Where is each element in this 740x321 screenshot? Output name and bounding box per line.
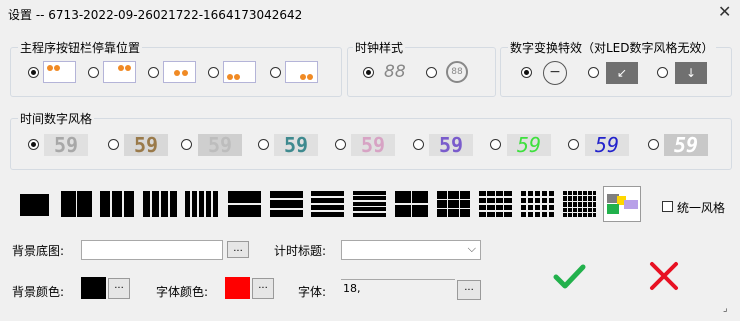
digit-effect-legend: 数字变换特效（对LED数字风格无效） (508, 39, 716, 56)
split-grid-dense-button[interactable] (563, 191, 596, 217)
effect-radio-none[interactable] (521, 67, 532, 78)
split-4-button[interactable] (143, 191, 177, 217)
digit-font-legend: 时间数字风格 (18, 110, 95, 127)
unify-checkbox[interactable] (662, 201, 673, 212)
position-thumb-1 (43, 61, 76, 83)
split-9-button[interactable] (353, 191, 386, 217)
clock-style-legend: 时钟样式 (353, 39, 406, 56)
split-grid-4x4-button[interactable] (479, 191, 512, 217)
close-icon[interactable]: ✕ (718, 2, 731, 21)
font-radio-4[interactable] (258, 139, 269, 150)
font-sample-1: 59 (44, 134, 88, 156)
slide-effect-icon: ↓ (675, 62, 707, 84)
font-radio-5[interactable] (335, 139, 346, 150)
split-1-button[interactable] (20, 194, 49, 216)
flip-effect-icon: ↙ (606, 62, 638, 84)
split-5-button[interactable] (185, 191, 218, 217)
bg-color-browse-button[interactable]: ... (108, 278, 130, 299)
font-color-label: 字体颜色: (156, 285, 209, 299)
position-thumb-3 (163, 61, 196, 83)
split-2-button[interactable] (61, 191, 92, 217)
font-color-swatch[interactable] (225, 277, 250, 299)
split-8-button[interactable] (311, 191, 344, 217)
unify-label: 统一风格 (677, 201, 726, 215)
position-thumb-4 (223, 61, 256, 83)
font-sample-3: 59 (198, 134, 242, 156)
font-sample-9: 59 (664, 134, 708, 156)
timer-title-label: 计时标题: (274, 244, 327, 258)
font-color-browse-button[interactable]: ... (252, 278, 274, 299)
font-radio-9[interactable] (648, 139, 659, 150)
clock-style-radio-round[interactable] (426, 67, 437, 78)
position-thumb-5 (285, 61, 318, 83)
font-sample-8: 59 (585, 134, 629, 156)
custom-split-button[interactable] (603, 186, 641, 222)
split-7-button[interactable] (270, 191, 303, 217)
ok-button[interactable] (551, 258, 587, 294)
font-label: 字体: (298, 285, 327, 299)
clock-style-radio-digital[interactable] (363, 67, 374, 78)
position-radio-5[interactable] (270, 67, 281, 78)
bg-image-field[interactable] (81, 240, 223, 260)
font-browse-button[interactable]: ... (457, 280, 481, 300)
font-sample-2: 59 (124, 134, 168, 156)
effect-radio-flip[interactable] (588, 67, 599, 78)
split-grid-3x3-button[interactable] (437, 191, 470, 217)
effect-radio-slide[interactable] (657, 67, 668, 78)
resize-grip-icon[interactable]: ⌟ (723, 303, 728, 314)
font-radio-8[interactable] (568, 139, 579, 150)
position-radio-1[interactable] (28, 67, 39, 78)
no-effect-icon: − (543, 61, 567, 85)
split-grid-2x2-button[interactable] (395, 191, 428, 217)
position-radio-3[interactable] (148, 67, 159, 78)
font-radio-1[interactable] (28, 139, 39, 150)
split-grid-5x4-button[interactable] (521, 191, 554, 217)
font-field[interactable]: 18, (341, 279, 455, 299)
position-radio-2[interactable] (88, 67, 99, 78)
font-radio-7[interactable] (490, 139, 501, 150)
timer-title-select[interactable]: ⌵ (341, 240, 481, 260)
font-sample-7: 59 (507, 134, 551, 156)
round-clock-icon: 88 (446, 61, 468, 83)
position-radio-4[interactable] (208, 67, 219, 78)
main-position-legend: 主程序按钮栏停靠位置 (18, 39, 143, 56)
font-radio-2[interactable] (108, 139, 119, 150)
checkmark-icon (553, 264, 586, 289)
bg-image-label: 背景底图: (12, 244, 65, 258)
cancel-button[interactable] (647, 259, 681, 293)
digital-clock-icon: 88 (384, 62, 406, 82)
window-title: 设置 -- 6713-2022-09-26021722-166417304264… (8, 8, 303, 22)
font-radio-6[interactable] (413, 139, 424, 150)
font-sample-6: 59 (429, 134, 473, 156)
split-6-button[interactable] (228, 191, 261, 217)
bg-image-browse-button[interactable]: ... (227, 241, 249, 258)
font-radio-3[interactable] (181, 139, 192, 150)
position-thumb-2 (103, 61, 136, 83)
bg-color-swatch[interactable] (81, 277, 106, 299)
font-sample-5: 59 (351, 134, 395, 156)
split-3-button[interactable] (100, 191, 134, 217)
cross-icon (650, 262, 678, 290)
bg-color-label: 背景颜色: (12, 285, 65, 299)
chevron-down-icon: ⌵ (467, 242, 476, 255)
font-sample-4: 59 (274, 134, 318, 156)
